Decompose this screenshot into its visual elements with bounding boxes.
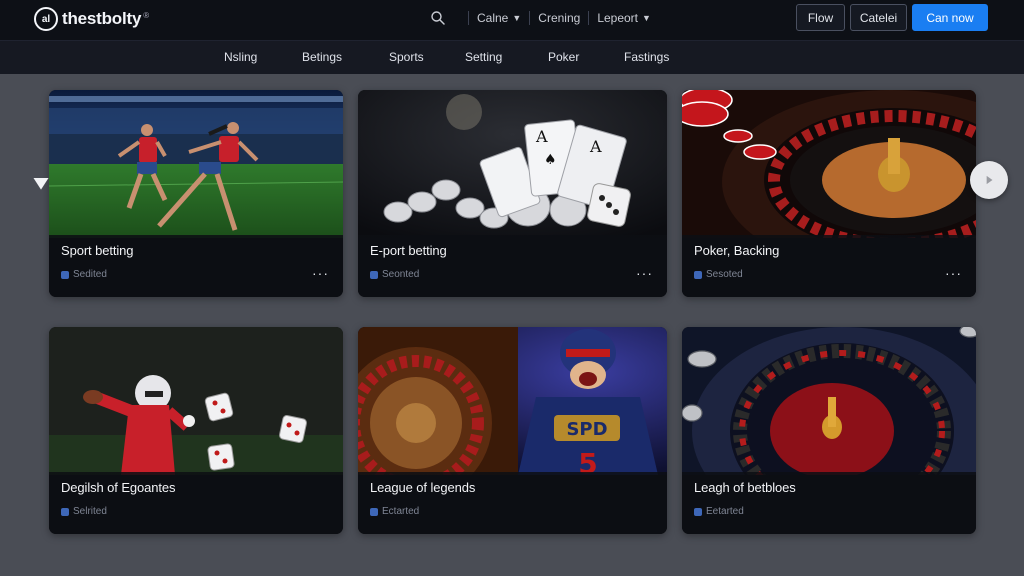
chevron-down-icon: ▼ <box>512 13 522 23</box>
card-title: Degilsh of Egoantes <box>61 480 176 495</box>
top-bar: al thestbolty ® Calne ▼ Crening Lepeort … <box>0 0 1024 40</box>
card-image-soccer <box>49 90 343 238</box>
card-tag-label: Selrited <box>73 506 107 517</box>
card-info: Leagh of betbloes Eetarted <box>682 472 976 534</box>
card-info: Degilsh of Egoantes Selrited <box>49 472 343 534</box>
tag-dot-icon <box>694 507 702 516</box>
tag-dot-icon <box>694 270 702 279</box>
svg-text:♠: ♠ <box>544 152 557 168</box>
nav-item-crening[interactable]: Crening <box>538 11 580 25</box>
card-title: Sport betting <box>61 243 134 258</box>
card-tag: Eetarted <box>694 506 744 517</box>
nav-item-label: Crening <box>538 11 581 25</box>
svg-text:A: A <box>589 137 602 156</box>
category-nav: Nsling Betings Sports Setting Poker Fast… <box>0 40 1024 74</box>
card-image-football <box>49 327 343 475</box>
card-tag-label: Eetarted <box>706 506 744 517</box>
nav-item-lepeort[interactable]: Lepeort ▼ <box>597 11 651 25</box>
tag-dot-icon <box>61 270 69 279</box>
category-tab-sports[interactable]: Sports <box>389 50 424 64</box>
card-info: League of legends Ectarted <box>358 472 667 534</box>
card-image-roulette <box>682 90 976 238</box>
game-card[interactable]: Sport betting Sedited ··· <box>49 90 343 297</box>
card-info: E-port betting Seonted ··· <box>358 235 667 297</box>
game-card[interactable]: A A ♠ E-port betting Seonted ··· <box>358 90 667 297</box>
svg-text:SPD: SPD <box>566 419 607 440</box>
card-tag: Ectarted <box>370 506 419 517</box>
category-tab-fastings[interactable]: Fastings <box>624 50 669 64</box>
game-card[interactable]: Degilsh of Egoantes Selrited <box>49 327 343 534</box>
more-dots-icon[interactable]: ··· <box>945 265 962 281</box>
nav-item-label: Lepeort <box>597 11 639 25</box>
more-dots-icon[interactable]: ··· <box>312 265 329 281</box>
card-info: Sport betting Sedited ··· <box>49 235 343 297</box>
card-tag-label: Seonted <box>382 269 420 280</box>
card-tag: Seonted <box>370 269 419 280</box>
tag-dot-icon <box>370 270 378 279</box>
tag-dot-icon <box>370 507 378 516</box>
category-tab-nsling[interactable]: Nsling <box>224 50 257 64</box>
cta-button[interactable]: Can now <box>912 4 988 31</box>
card-tag-label: Ectarted <box>382 506 420 517</box>
card-tag-label: Sesoted <box>706 269 743 280</box>
catelei-button[interactable]: Catelei <box>850 4 907 31</box>
card-tag: Selrited <box>61 506 107 517</box>
card-tag: Sedited <box>61 269 107 280</box>
flow-button[interactable]: Flow <box>796 4 845 31</box>
logo-mark-icon: al <box>34 7 58 31</box>
arrow-right-icon[interactable] <box>970 161 1008 199</box>
top-nav: Calne ▼ Crening Lepeort ▼ <box>430 0 651 36</box>
svg-text:A: A <box>535 127 548 146</box>
chevron-down-icon: ▼ <box>642 13 651 23</box>
card-image-cards: A A ♠ <box>358 90 667 238</box>
arrow-left-icon[interactable] <box>18 160 64 206</box>
category-tab-setting[interactable]: Setting <box>465 50 502 64</box>
tag-dot-icon <box>61 507 69 516</box>
brand-logo[interactable]: al thestbolty ® <box>34 7 149 31</box>
category-tab-poker[interactable]: Poker <box>548 50 579 64</box>
card-title: League of legends <box>370 480 476 495</box>
game-card[interactable]: Leagh of betbloes Eetarted <box>682 327 976 534</box>
card-title: Poker, Backing <box>694 243 780 258</box>
card-info: Poker, Backing Sesoted ··· <box>682 235 976 297</box>
card-image-roulette-player: SPD 5 <box>358 327 667 475</box>
game-card[interactable]: SPD 5 League of legends Ectarted <box>358 327 667 534</box>
nav-divider <box>468 11 469 25</box>
registered-mark: ® <box>143 10 150 20</box>
card-title: E-port betting <box>370 243 447 258</box>
game-card[interactable]: Poker, Backing Sesoted ··· <box>682 90 976 297</box>
nav-item-calne[interactable]: Calne ▼ <box>477 11 521 25</box>
card-title: Leagh of betbloes <box>694 480 796 495</box>
nav-divider <box>588 11 590 25</box>
nav-item-label: Calne <box>477 11 509 25</box>
svg-text:5: 5 <box>578 447 597 475</box>
card-tag-label: Sedited <box>73 269 107 280</box>
category-tab-betings[interactable]: Betings <box>302 50 342 64</box>
more-dots-icon[interactable]: ··· <box>636 265 653 281</box>
brand-name: thestbolty <box>62 9 142 28</box>
nav-divider <box>529 11 531 25</box>
search-icon[interactable] <box>430 10 446 26</box>
card-image-roulette-red <box>682 327 976 475</box>
card-tag: Sesoted <box>694 269 743 280</box>
